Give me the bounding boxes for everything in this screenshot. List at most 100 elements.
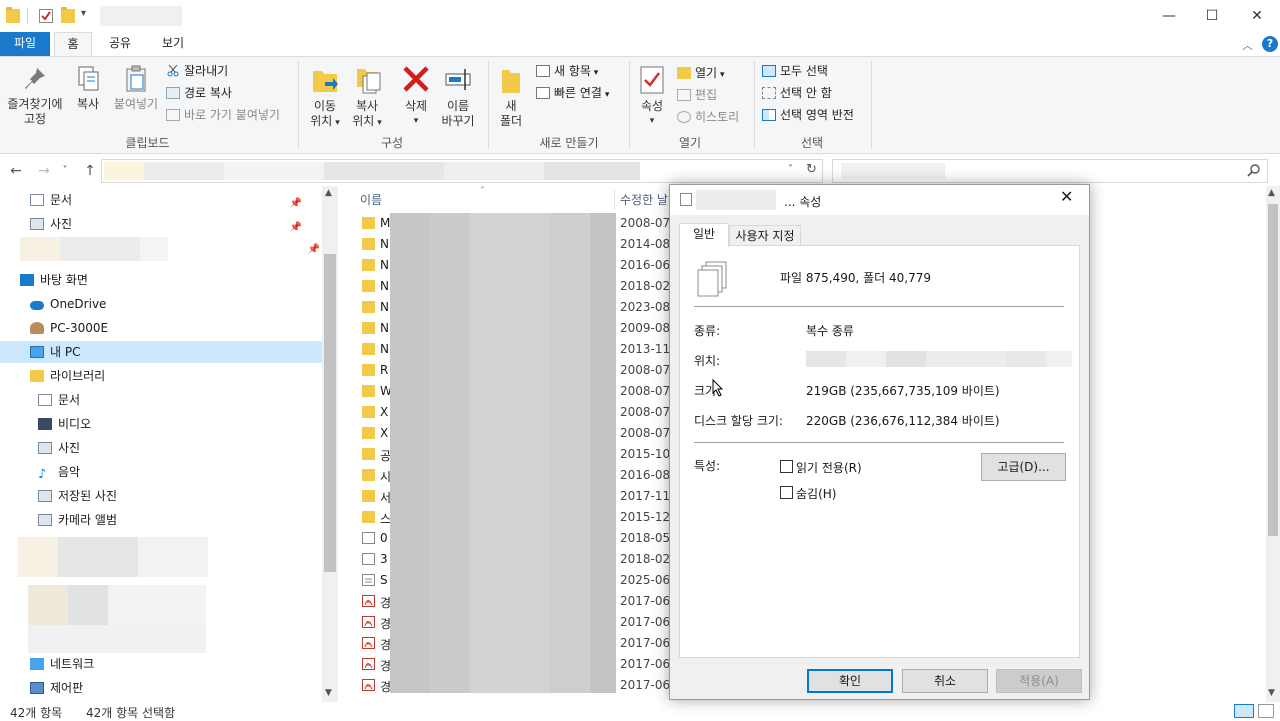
nav-item-onedrive[interactable]: OneDrive bbox=[30, 293, 320, 315]
scroll-up-icon[interactable]: ▲ bbox=[1268, 188, 1275, 198]
open-button[interactable]: 열기 ▾ bbox=[677, 65, 724, 83]
copy-button[interactable]: 복사 bbox=[70, 65, 106, 112]
nav-item-documents-pinned[interactable]: 문서 📌 bbox=[30, 189, 320, 211]
scrollbar-thumb[interactable] bbox=[1268, 204, 1278, 536]
address-bar[interactable]: ˅ ↻ bbox=[101, 159, 823, 183]
copy-path-button[interactable]: 경로 복사 bbox=[166, 85, 232, 101]
recent-locations-chevron-icon[interactable]: ˅ bbox=[58, 161, 72, 181]
navigation-scrollbar[interactable]: ▲ ▼ bbox=[322, 186, 338, 702]
invert-selection-button[interactable]: 선택 영역 반전 bbox=[762, 107, 854, 123]
nav-item-redacted bbox=[60, 237, 140, 261]
easy-access-button[interactable]: 빠른 연결 ▾ bbox=[536, 85, 609, 103]
folder-icon bbox=[362, 448, 375, 460]
file-modified-date: 2008-07 bbox=[620, 384, 671, 398]
copy-to-button[interactable]: 복사 위치 ▾ bbox=[348, 65, 386, 131]
file-list-scrollbar[interactable]: ▲ ▼ bbox=[1266, 186, 1280, 702]
address-dropdown-icon[interactable]: ˅ bbox=[788, 164, 793, 175]
new-folder-label-2: 폴더 bbox=[499, 114, 523, 128]
invert-selection-icon bbox=[762, 109, 776, 121]
nav-item-lib-documents[interactable]: 문서 bbox=[38, 389, 320, 411]
back-arrow-icon[interactable]: ← bbox=[6, 161, 26, 181]
user-icon bbox=[30, 322, 44, 334]
hidden-checkbox[interactable] bbox=[780, 486, 793, 499]
refresh-icon[interactable]: ↻ bbox=[806, 162, 817, 177]
properties-button[interactable]: 속성 ▾ bbox=[634, 65, 670, 129]
nav-item-this-pc[interactable]: 내 PC bbox=[0, 341, 322, 363]
edit-label: 편집 bbox=[695, 88, 718, 102]
paste-button[interactable]: 붙여넣기 bbox=[108, 65, 164, 112]
apply-button[interactable]: 적용(A) bbox=[996, 669, 1082, 693]
advanced-button[interactable]: 고급(D)... bbox=[981, 453, 1066, 481]
customize-quick-access-icon[interactable]: ▾ bbox=[81, 8, 86, 19]
tab-general[interactable]: 일반 bbox=[679, 223, 729, 247]
paste-icon bbox=[123, 65, 149, 93]
nav-item-libraries[interactable]: 라이브러리 bbox=[30, 365, 320, 387]
new-folder-icon[interactable] bbox=[61, 7, 75, 23]
cut-button[interactable]: 잘라내기 bbox=[166, 63, 228, 79]
scroll-down-icon[interactable]: ▼ bbox=[325, 688, 332, 698]
dropdown-arrow-icon: ▾ bbox=[649, 116, 655, 126]
filename-redacted bbox=[550, 213, 590, 693]
ok-button[interactable]: 확인 bbox=[807, 669, 893, 693]
tab-home[interactable]: 홈 bbox=[54, 32, 92, 56]
nav-item-videos[interactable]: 비디오 bbox=[38, 413, 320, 435]
rename-button[interactable]: 이름 바꾸기 bbox=[437, 65, 479, 129]
select-all-button[interactable]: 모두 선택 bbox=[762, 63, 828, 79]
properties-check-icon[interactable] bbox=[39, 9, 53, 23]
nav-item-network[interactable]: 네트워크 bbox=[30, 653, 320, 675]
tab-view[interactable]: 보기 bbox=[152, 32, 194, 56]
help-icon[interactable]: ? bbox=[1262, 36, 1278, 52]
dialog-close-icon[interactable]: ✕ bbox=[1060, 187, 1073, 206]
forward-arrow-icon[interactable]: → bbox=[34, 161, 54, 181]
scrollbar-thumb[interactable] bbox=[324, 254, 336, 572]
paste-shortcut-button[interactable]: 바로 가기 붙여넣기 bbox=[166, 107, 280, 123]
select-all-icon bbox=[762, 65, 776, 77]
copyto-label-2: 위치 bbox=[352, 114, 375, 128]
details-view-icon[interactable] bbox=[1234, 704, 1254, 718]
nav-item-saved-pictures[interactable]: 저장된 사진 bbox=[38, 485, 320, 507]
nav-item-music[interactable]: ♪ 음악 bbox=[38, 461, 320, 483]
readonly-checkbox[interactable] bbox=[780, 460, 793, 473]
ribbon-separator bbox=[488, 61, 489, 149]
pictures-icon bbox=[38, 442, 52, 454]
tab-share[interactable]: 공유 bbox=[100, 32, 140, 56]
select-none-button[interactable]: 선택 안 함 bbox=[762, 85, 832, 101]
history-button[interactable]: 히스토리 bbox=[677, 109, 739, 125]
move-label-1: 이동 bbox=[313, 99, 337, 113]
minimize-button[interactable]: — bbox=[1146, 0, 1192, 32]
edit-button[interactable]: 편집 bbox=[677, 87, 717, 103]
move-to-button[interactable]: 이동 위치 ▾ bbox=[306, 65, 344, 131]
column-header-name[interactable]: 이름 bbox=[360, 190, 382, 210]
maximize-button[interactable]: ☐ bbox=[1189, 0, 1235, 32]
tab-custom[interactable]: 사용자 지정 bbox=[729, 225, 801, 247]
tab-file[interactable]: 파일 bbox=[0, 32, 50, 56]
large-icons-view-icon[interactable] bbox=[1258, 704, 1274, 718]
nav-item-camera-roll[interactable]: 카메라 앨범 bbox=[38, 509, 320, 531]
close-button[interactable]: ✕ bbox=[1234, 0, 1280, 32]
scroll-up-icon[interactable]: ▲ bbox=[325, 188, 332, 198]
dialog-separator bbox=[694, 306, 1064, 307]
collapse-ribbon-icon[interactable]: ︿ bbox=[1242, 37, 1253, 53]
pin-quick-access-button[interactable]: 즐겨찾기에 고정 bbox=[2, 65, 68, 127]
nav-item-desktop[interactable]: 바탕 화면 bbox=[20, 269, 320, 291]
multiple-files-icon bbox=[680, 193, 692, 206]
file-modified-date: 2017-06 bbox=[620, 615, 671, 629]
easy-access-label: 빠른 연결 bbox=[554, 86, 602, 100]
cancel-button[interactable]: 취소 bbox=[902, 669, 988, 693]
folder-icon bbox=[362, 427, 375, 439]
scroll-down-icon[interactable]: ▼ bbox=[1268, 688, 1275, 698]
column-header-modified[interactable]: 수정한 날 bbox=[620, 190, 668, 210]
delete-button[interactable]: 삭제 ▾ bbox=[398, 65, 434, 129]
nav-item-redacted bbox=[58, 537, 138, 577]
nav-item-lib-pictures[interactable]: 사진 bbox=[38, 437, 320, 459]
saved-pictures-icon bbox=[38, 490, 52, 502]
search-input[interactable] bbox=[832, 159, 1268, 183]
nav-item-control-panel[interactable]: 제어판 bbox=[30, 677, 320, 699]
up-arrow-icon[interactable]: ↑ bbox=[80, 161, 100, 181]
history-label: 히스토리 bbox=[695, 110, 740, 124]
nav-item-pictures-pinned[interactable]: 사진 📌 bbox=[30, 213, 320, 235]
new-folder-button[interactable]: 새 폴더 bbox=[494, 65, 528, 129]
new-item-button[interactable]: 새 항목 ▾ bbox=[536, 63, 598, 81]
type-label: 종류: bbox=[694, 324, 721, 338]
nav-item-user[interactable]: PC-3000E bbox=[30, 317, 320, 339]
